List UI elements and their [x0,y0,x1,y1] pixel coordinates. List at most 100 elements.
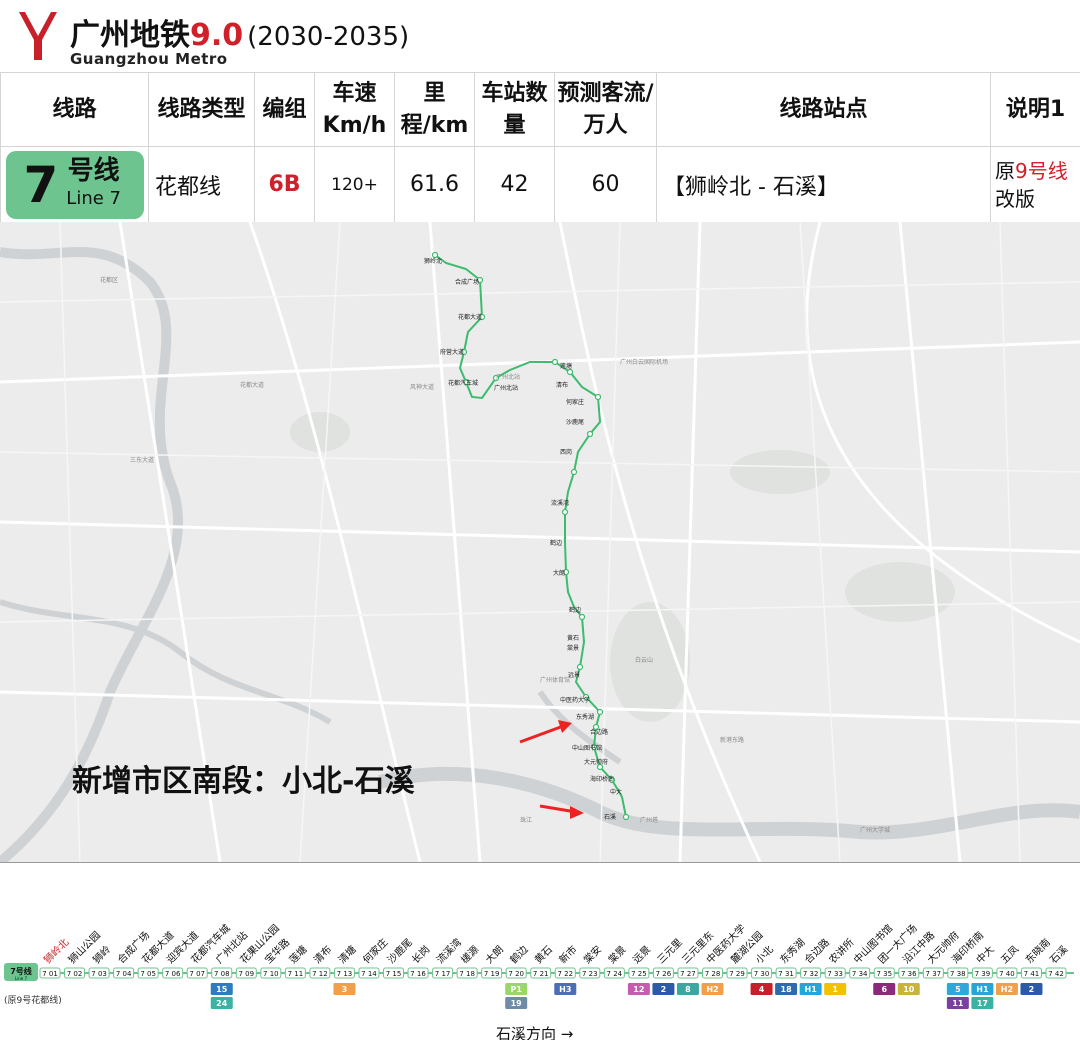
station-code: 7 29 [729,970,745,978]
svg-text:广州体育馆: 广州体育馆 [540,676,570,684]
header-route: 线路站点 [656,72,991,147]
station-name: 小北 [753,943,776,966]
station-code: 7 42 [1048,970,1064,978]
svg-text:大元帅府: 大元帅府 [584,758,608,766]
transfer-badge-label: 2 [661,985,667,994]
line-number: 7 [23,155,59,214]
svg-text:何家庄: 何家庄 [566,398,584,406]
header-stations: 车站数量 [474,72,555,147]
note-suffix: 改版 [995,186,1035,211]
svg-text:广州大学城: 广州大学城 [860,826,890,834]
station-code: 7 20 [508,970,524,978]
strip-line-badge-label: 7号线 [10,966,32,976]
station-code: 7 25 [631,970,647,978]
line-strip-diagram: 7号线 Line 77 01 狮岭北 7 02 狮山公园 7 03 狮岭 7 04 合成广场 7 … [0,862,1080,1040]
ridership-cell: 60 [554,146,657,223]
svg-text:中山图书馆: 中山图书馆 [572,744,602,752]
old-line-note: (原9号花都线) [4,996,62,1006]
speed-cell: 120+ [314,146,395,223]
map-caption: 新增市区南段：小北-石溪 [72,764,415,799]
formation-cell: 6B [254,146,315,223]
transfer-badge-label: 1 [832,985,838,994]
transfer-badge-label: P1 [510,985,522,994]
station-code: 7 17 [435,970,451,978]
station-code: 7 18 [459,970,475,978]
transfer-badge-label: 18 [781,985,793,994]
svg-text:府营大道: 府营大道 [440,348,464,356]
station-code: 7 22 [557,970,573,978]
station-code: 7 23 [582,970,598,978]
transfer-badge-label: 3 [342,985,348,994]
station-code: 7 31 [778,970,794,978]
station-code: 7 34 [852,970,868,978]
transfer-badge-label: 15 [216,985,228,994]
station-name: 清布 [311,943,334,966]
svg-text:花都大道: 花都大道 [240,381,264,389]
svg-text:广州北站: 广州北站 [494,384,518,392]
svg-text:狮岭北: 狮岭北 [424,257,442,265]
svg-text:新港东路: 新港东路 [720,736,744,744]
header-ridership: 预测客流/万人 [554,72,657,147]
station-code: 7 16 [410,970,426,978]
station-name: 棠景 [605,943,628,966]
station-name: 五凤 [999,943,1022,966]
page-title: 广州地铁9.0 (2030-2035) [70,10,409,54]
route-cell: 【狮岭北 - 石溪】 [656,146,991,223]
station-name: 农讲所 [826,936,856,966]
station-code: 7 07 [189,970,205,978]
transfer-badge-label: H1 [805,985,818,994]
line-label-en: Line 7 [66,187,121,209]
stations-cell: 42 [474,146,555,223]
svg-text:花都汽车城: 花都汽车城 [448,379,478,387]
station-code: 7 05 [140,970,156,978]
title-years: (2030-2035) [247,22,410,52]
station-name: 何家庄 [360,936,390,966]
station-name: 长岗 [410,943,433,966]
station-name: 棠安 [581,943,604,966]
transfer-badge-label: 11 [952,999,964,1008]
station-name: 狮岭北 [41,936,71,966]
transfer-badge-label: 12 [633,985,644,994]
station-code: 7 35 [876,970,892,978]
station-code: 7 21 [533,970,549,978]
header-type: 线路类型 [148,72,255,147]
station-name: 东秀湖 [777,936,807,966]
svg-text:珠江: 珠江 [520,816,532,824]
svg-text:清布: 清布 [556,381,568,389]
strip-line-badge-en: Line 7 [15,976,28,981]
station-name: 大朗 [483,943,506,966]
svg-text:海印桥南: 海印桥南 [590,775,614,783]
transfer-badge-label: 8 [685,985,691,994]
svg-text:沙鹿尾: 沙鹿尾 [566,418,584,426]
route-map[interactable]: 狮岭北 合成广场 花都大道 府营大道 花都汽车城 广州北站 莲塘 清布 何家庄 … [0,222,1080,862]
svg-text:花都大道: 花都大道 [458,313,482,321]
transfer-badge-label: 19 [511,999,523,1008]
table-row: 7 号线 Line 7 花都线 6B 120+ 61.6 42 60 【狮岭北 … [0,146,1080,223]
station-code: 7 33 [827,970,843,978]
transfer-badge-label: 10 [903,985,915,994]
svg-text:合成广场: 合成广场 [455,278,479,286]
svg-text:广州塔: 广州塔 [640,816,658,824]
station-code: 7 30 [754,970,770,978]
station-name: 鹤边 [507,943,530,966]
header-speed: 车速Km/h [314,72,395,147]
station-code: 7 24 [607,970,623,978]
station-code: 7 12 [312,970,328,978]
station-name: 清塘 [335,943,358,966]
station-code: 7 27 [680,970,696,978]
svg-text:中医药大学: 中医药大学 [560,696,590,704]
station-code: 7 19 [484,970,500,978]
station-code: 7 41 [1024,970,1040,978]
header: 广州地铁9.0 (2030-2035) Guangzhou Metro [0,0,1080,72]
station-code: 7 09 [238,970,254,978]
brand-english: Guangzhou Metro [70,50,228,68]
svg-text:黄石: 黄石 [567,634,579,642]
svg-text:莲塘: 莲塘 [560,362,572,370]
station-code: 7 26 [656,970,672,978]
station-name: 新市 [556,943,579,966]
station-code: 7 38 [950,970,966,978]
transfer-badge-label: 17 [977,999,988,1008]
transfer-badge-label: H2 [1001,985,1013,994]
line-label-zh: 号线 [67,155,120,186]
station-name: 东晓南 [1022,936,1052,966]
